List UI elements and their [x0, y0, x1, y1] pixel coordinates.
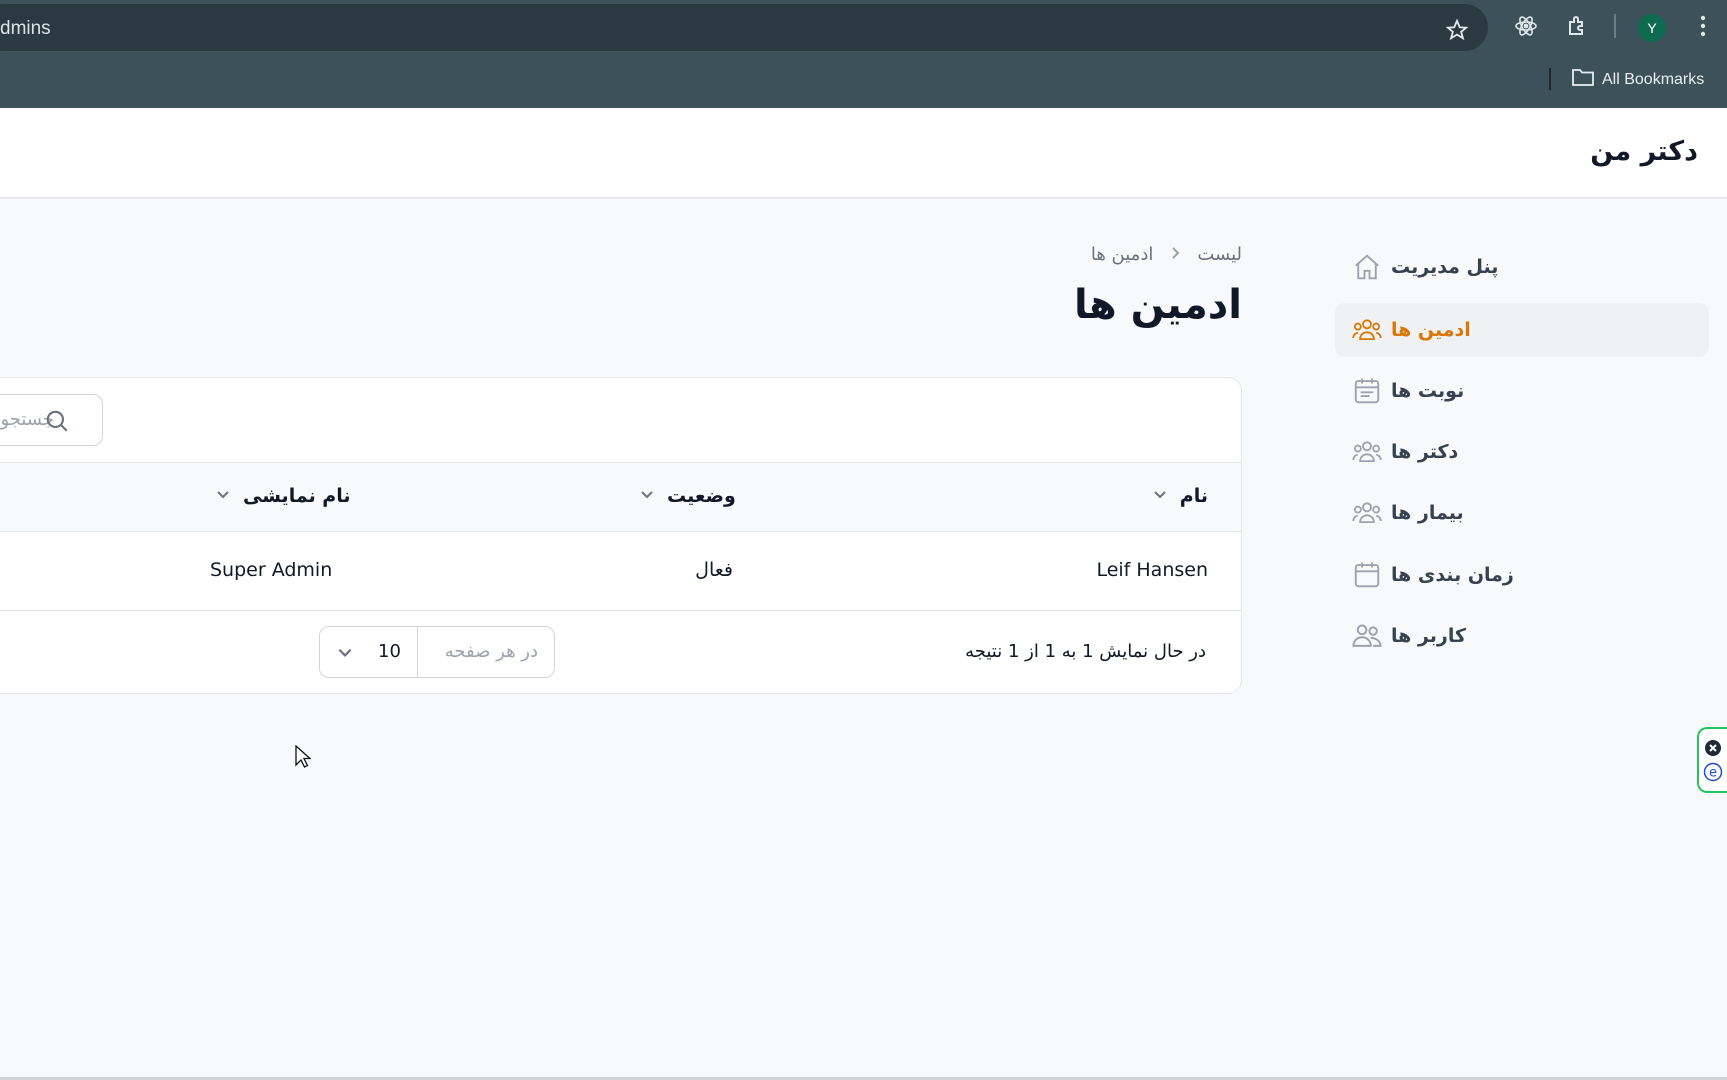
search-icon: [44, 408, 70, 434]
chevron-down-icon: [215, 485, 231, 507]
react-devtools-icon[interactable]: [1513, 13, 1539, 39]
per-page-label: در هر صفحه: [444, 641, 538, 662]
sidebar-item-dashboard[interactable]: پنل مدیریت: [1335, 240, 1709, 294]
all-bookmarks-label: All Bookmarks: [1602, 70, 1705, 88]
sidebar-item-label: پنل مدیریت: [1391, 256, 1499, 278]
calendar-icon: [1349, 557, 1385, 593]
pagination-info: در حال نمایش 1 به 1 از 1 نتیجه: [965, 641, 1206, 662]
bookmarks-separator: [1549, 68, 1551, 90]
table-header: نام وضعیت نام نمایشی: [0, 462, 1241, 532]
per-page-value: 10: [378, 641, 401, 662]
extensions-icon[interactable]: [1565, 13, 1591, 39]
all-bookmarks[interactable]: All Bookmarks: [1572, 68, 1704, 91]
browser-toolbar: dmins Y All Bookmarks: [0, 0, 1727, 108]
sidebar-item-patients[interactable]: بیمار ها: [1335, 486, 1709, 540]
users-icon: [1349, 495, 1385, 531]
calendar-list-icon: [1349, 373, 1385, 409]
sidebar-item-appointments[interactable]: نوبت ها: [1335, 364, 1709, 418]
breadcrumb-current: لیست: [1197, 244, 1242, 265]
profile-avatar[interactable]: Y: [1638, 14, 1666, 42]
close-icon[interactable]: [1703, 738, 1723, 758]
column-header-display-name[interactable]: نام نمایشی: [215, 485, 351, 507]
chevron-down-icon: [1152, 485, 1168, 507]
breadcrumb: ادمین ها لیست: [1091, 244, 1242, 265]
sidebar-item-label: ادمین ها: [1391, 319, 1471, 341]
user-group-icon: [1349, 618, 1385, 654]
breadcrumb-parent[interactable]: ادمین ها: [1091, 244, 1154, 265]
sidebar-item-label: زمان بندی ها: [1391, 564, 1514, 586]
users-icon: [1349, 312, 1385, 348]
sidebar-item-label: دکتر ها: [1391, 441, 1459, 463]
admins-table-card: جستجو نام وضعیت نام نمایشی Leif Hansen ف…: [0, 377, 1242, 694]
per-page-divider: [417, 627, 418, 677]
page-title: ادمین ها: [1073, 282, 1242, 328]
address-bar[interactable]: dmins: [0, 4, 1488, 51]
column-header-name[interactable]: نام: [1152, 485, 1208, 507]
sidebar-item-label: بیمار ها: [1391, 502, 1464, 524]
cell-name: Leif Hansen: [1096, 559, 1208, 581]
cell-display-name: Super Admin: [210, 559, 333, 581]
app-header: دکتر من: [0, 108, 1727, 199]
chevron-down-icon: [336, 643, 354, 661]
column-header-label: وضعیت: [667, 485, 736, 507]
sidebar-item-label: کاربر ها: [1391, 625, 1466, 647]
chevron-down-icon: [639, 485, 655, 507]
per-page-select[interactable]: در هر صفحه 10: [319, 626, 555, 678]
brand-title[interactable]: دکتر من: [1590, 136, 1698, 167]
column-header-status[interactable]: وضعیت: [639, 485, 736, 507]
home-icon: [1349, 249, 1385, 285]
column-header-label: نام: [1179, 485, 1208, 507]
extension-e-icon[interactable]: e: [1703, 762, 1723, 782]
toolbar-separator: [1614, 14, 1616, 38]
users-icon: [1349, 434, 1385, 470]
star-icon[interactable]: [1444, 17, 1470, 43]
sidebar-item-admins[interactable]: ادمین ها: [1335, 303, 1709, 357]
floating-widget: e: [1697, 727, 1727, 793]
mouse-cursor-icon: [295, 744, 312, 769]
chevron-left-icon: [1169, 244, 1181, 265]
sidebar-item-schedules[interactable]: زمان بندی ها: [1335, 548, 1709, 602]
table-row[interactable]: Leif Hansen فعال Super Admin: [0, 532, 1241, 611]
pagination: در حال نمایش 1 به 1 از 1 نتیجه در هر صفح…: [0, 611, 1241, 694]
folder-icon: [1572, 68, 1594, 91]
sidebar-item-doctors[interactable]: دکتر ها: [1335, 425, 1709, 479]
sidebar-item-label: نوبت ها: [1391, 380, 1465, 402]
sidebar-item-users[interactable]: کاربر ها: [1335, 609, 1709, 663]
cell-status: فعال: [695, 559, 733, 581]
search-input[interactable]: جستجو: [0, 394, 103, 446]
kebab-menu-icon[interactable]: [1690, 13, 1716, 39]
svg-text:e: e: [1709, 766, 1717, 781]
column-header-label: نام نمایشی: [243, 485, 351, 507]
url-text[interactable]: dmins: [0, 18, 51, 40]
